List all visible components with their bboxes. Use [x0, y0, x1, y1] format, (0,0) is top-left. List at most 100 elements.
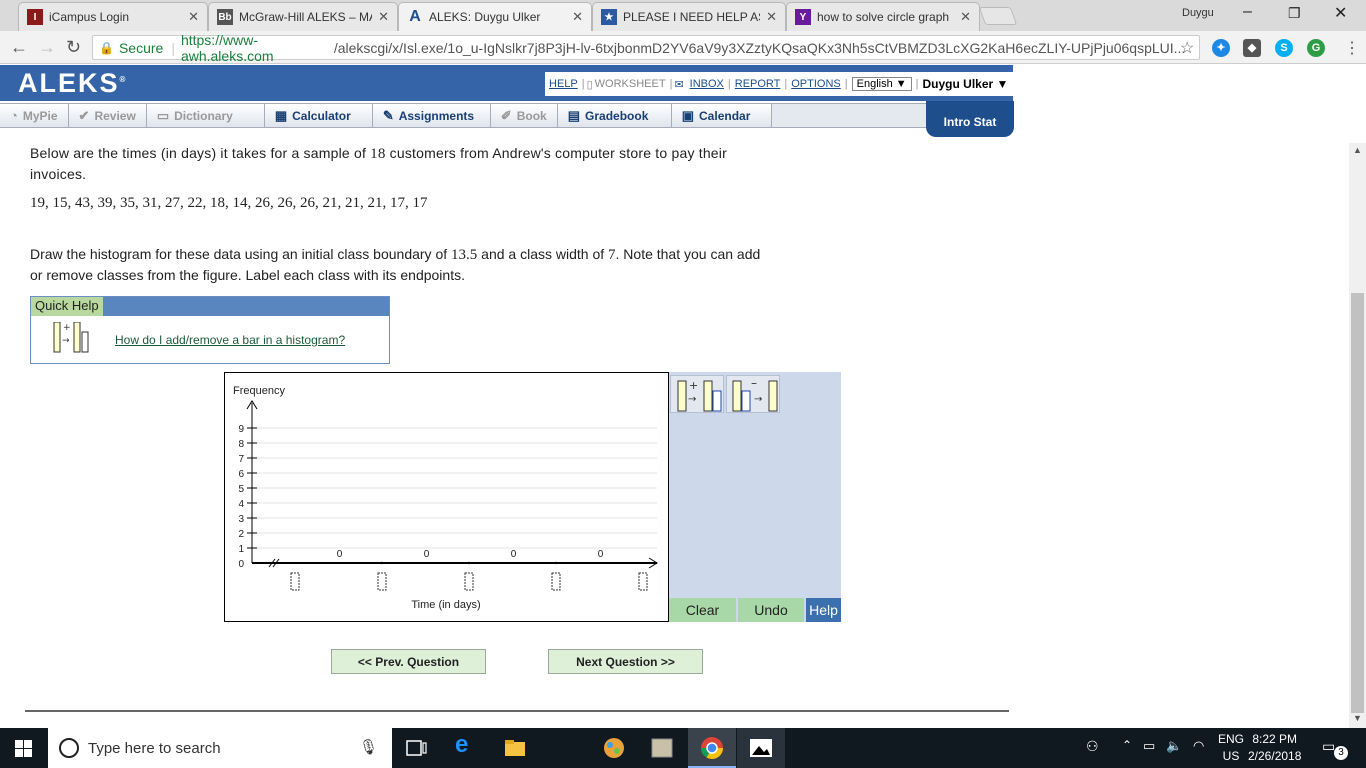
system-clock[interactable]: 8:22 PM 2/26/2018 [1248, 731, 1301, 765]
clear-button[interactable]: Clear [669, 598, 736, 622]
extension-icon[interactable]: ✦ [1212, 39, 1230, 57]
quick-help-link[interactable]: How do I add/remove a bar in a histogram… [115, 333, 345, 347]
tab-review[interactable]: ✔ Review [68, 104, 147, 127]
notifications-icon[interactable]: ▭ 3 [1322, 738, 1348, 760]
class-endpoint-input[interactable] [377, 572, 387, 591]
y-axis-label: Frequency [233, 385, 285, 397]
browser-tab-mcgraw[interactable]: Bb McGraw-Hill ALEKS – MA ✕ [208, 2, 398, 31]
quick-help-title: Quick Help [31, 297, 103, 316]
browser-menu-icon[interactable]: ⋮ [1344, 38, 1360, 58]
tray-chevron-icon[interactable]: ⌃ [1122, 738, 1132, 752]
tab-book[interactable]: ✐ Book [490, 104, 558, 127]
svg-text:→: → [62, 336, 70, 346]
histogram-svg[interactable]: Frequency Time (in days) 0 1 2 3 4 5 6 7 8 9 0 0 0 0 [225, 373, 670, 623]
url-bar[interactable]: 🔒 Secure | https://www-awh.aleks.com /al… [92, 32, 1200, 64]
help-link[interactable]: HELP [549, 78, 578, 90]
url-separator: | [171, 39, 175, 56]
tab-assignments[interactable]: ✎ Assignments [372, 104, 491, 127]
paint-app-icon[interactable] [602, 736, 626, 760]
close-tab-icon[interactable]: ✕ [188, 9, 199, 25]
new-tab-button[interactable] [978, 7, 1018, 25]
browser-tab-icampus[interactable]: I iCampus Login ✕ [18, 2, 208, 31]
worksheet-link[interactable]: WORKSHEET [595, 78, 666, 90]
class-endpoint-input[interactable] [638, 572, 648, 591]
class-endpoint-input[interactable] [464, 572, 474, 591]
add-bar-tool-icon: + → [677, 379, 722, 412]
browser-tab-yahoo[interactable]: Y how to solve circle graph ✕ [786, 2, 980, 31]
y-tick-label: 4 [238, 499, 244, 510]
close-tab-icon[interactable]: ✕ [960, 9, 971, 25]
scroll-down-icon[interactable]: ▼ [1353, 713, 1362, 723]
course-badge[interactable]: Intro Stat [926, 101, 1014, 137]
axes [246, 400, 658, 569]
inbox-link[interactable]: INBOX [690, 78, 724, 90]
add-bar-button[interactable]: + → [670, 375, 724, 413]
tab-gradebook[interactable]: ▤ Gradebook [557, 104, 672, 127]
yahoo-favicon-icon: Y [795, 9, 811, 25]
back-arrow-icon[interactable]: ← [10, 37, 28, 58]
check-icon: ✔ [78, 107, 90, 123]
report-link[interactable]: REPORT [735, 78, 781, 90]
language-value: English [856, 78, 893, 90]
scrollbar-thumb[interactable] [1351, 293, 1364, 713]
class-endpoint-input[interactable] [290, 572, 300, 591]
y-tick-label: 0 [238, 559, 244, 570]
shield-icon[interactable]: ◆ [1243, 39, 1261, 57]
photos-taskbar-item[interactable] [737, 728, 785, 768]
svg-text:→: → [754, 394, 762, 405]
class-label-boxes[interactable] [290, 572, 648, 591]
bars: 0 0 0 0 [337, 549, 604, 565]
volume-muted-icon[interactable]: 🔈 [1166, 738, 1182, 754]
task-view-icon[interactable] [404, 736, 428, 760]
app-icon[interactable] [650, 736, 674, 760]
chrome-taskbar-item[interactable] [688, 728, 736, 768]
tab-title: iCampus Login [49, 10, 130, 24]
options-link[interactable]: OPTIONS [791, 78, 841, 90]
people-icon[interactable]: ⚇ [1086, 738, 1099, 755]
close-tab-icon[interactable]: ✕ [378, 9, 389, 25]
prev-question-button[interactable]: << Prev. Question [331, 649, 486, 674]
close-tab-icon[interactable]: ✕ [572, 9, 583, 25]
next-question-button[interactable]: Next Question >> [548, 649, 703, 674]
reload-icon[interactable]: ↻ [66, 37, 81, 58]
browser-tab-please-help[interactable]: ★ PLEASE I NEED HELP ASA ✕ [592, 2, 786, 31]
input-language[interactable]: ENG US [1218, 731, 1244, 765]
edge-browser-icon[interactable]: e [455, 731, 479, 758]
pencil-icon: ✎ [382, 107, 394, 123]
user-menu[interactable]: Duygu Ulker ▼ [923, 77, 1009, 91]
restore-icon[interactable]: ❐ [1288, 5, 1301, 22]
class-endpoint-input[interactable] [551, 572, 561, 591]
taskbar-search-box[interactable]: Type here to search 🎙 [48, 728, 392, 768]
skype-icon[interactable]: S [1275, 39, 1293, 57]
blackboard-favicon-icon: Bb [217, 9, 233, 25]
bar-value-label: 0 [511, 549, 517, 560]
language-select[interactable]: English ▼ [851, 77, 912, 91]
y-tick-label: 7 [238, 454, 244, 465]
remove-bar-button[interactable]: – → [726, 375, 780, 413]
windows-start-icon[interactable] [15, 740, 32, 757]
y-tick-label: 5 [238, 484, 244, 495]
browser-tab-aleks[interactable]: A ALEKS: Duygu Ulker ✕ [398, 2, 592, 31]
tab-calendar[interactable]: ▣ Calendar [671, 104, 772, 127]
forward-arrow-icon[interactable]: → [38, 37, 56, 58]
close-tab-icon[interactable]: ✕ [766, 9, 777, 25]
scroll-up-icon[interactable]: ▲ [1353, 145, 1362, 155]
aleks-toolbar: ◔ MyPie ✔ Review ▭ Dictionary ▦ Calculator ✎… [0, 103, 930, 128]
histogram-graph[interactable]: Frequency Time (in days) 0 1 2 3 4 5 6 7 8 9 0 0 0 0 [224, 372, 669, 622]
bookmark-star-icon[interactable]: ☆ [1180, 38, 1194, 58]
microphone-icon[interactable]: 🎙 [359, 738, 378, 756]
file-explorer-icon[interactable] [503, 736, 527, 760]
secure-label: Secure [118, 39, 164, 56]
tab-dictionary[interactable]: ▭ Dictionary [146, 104, 265, 127]
undo-button[interactable]: Undo [738, 598, 804, 622]
tab-mypie[interactable]: ◔ MyPie [0, 104, 69, 127]
minimize-icon[interactable]: – [1243, 3, 1252, 21]
wifi-icon[interactable]: ◠ [1193, 738, 1204, 754]
profile-name[interactable]: Duygu [1182, 7, 1214, 19]
battery-icon[interactable]: ▭ [1143, 738, 1155, 754]
grammarly-icon[interactable]: G [1307, 39, 1325, 57]
page-scrollbar[interactable]: ▲ ▼ [1349, 143, 1366, 728]
help-button[interactable]: Help [806, 598, 841, 622]
tab-calculator[interactable]: ▦ Calculator [264, 104, 373, 127]
close-window-icon[interactable]: ✕ [1334, 3, 1347, 23]
